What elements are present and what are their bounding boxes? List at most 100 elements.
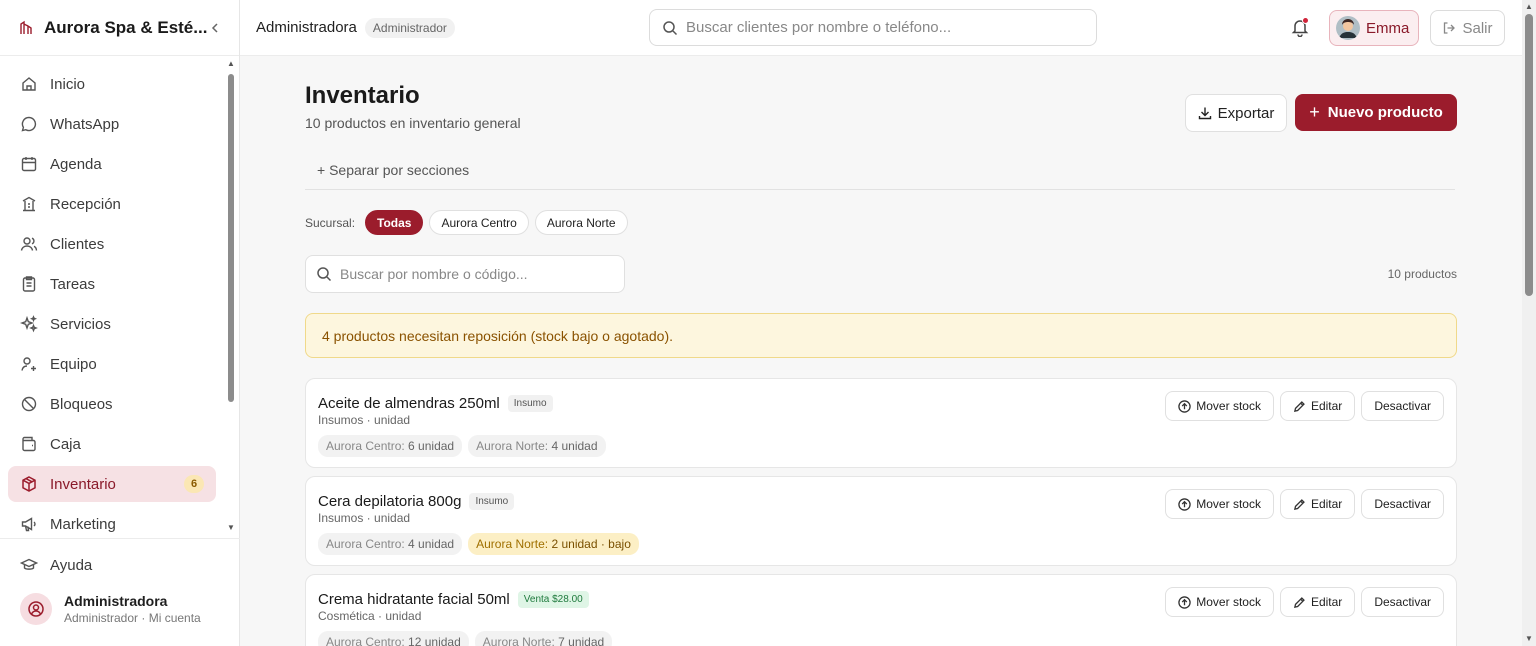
product-count: 10 productos	[1387, 267, 1457, 281]
profile-name: Emma	[1366, 19, 1410, 37]
page-scroll-down-arrow[interactable]: ▼	[1522, 634, 1536, 643]
global-search[interactable]	[649, 9, 1097, 46]
stock-list: Aurora Centro: 6 unidad Aurora Norte: 4 …	[318, 435, 612, 457]
product-search-input[interactable]	[340, 266, 614, 282]
sidebar-item-servicios[interactable]: Servicios	[8, 306, 232, 342]
move-stock-button[interactable]: Mover stock	[1165, 391, 1274, 421]
split-sections-link[interactable]: + Separar por secciones	[317, 162, 469, 178]
product-meta: Cosmética · unidad	[318, 609, 422, 623]
export-label: Exportar	[1217, 104, 1275, 122]
logout-button[interactable]: Salir	[1430, 10, 1505, 46]
sidebar: Aurora Spa & Esté... Inicio WhatsApp Age…	[0, 0, 240, 646]
plus-icon: +	[1309, 102, 1320, 122]
branch-chip-aurora-norte[interactable]: Aurora Norte	[534, 210, 628, 235]
export-button[interactable]: Exportar	[1185, 94, 1287, 132]
sidebar-item-inventario[interactable]: Inventario 6	[8, 466, 216, 502]
stock-badge: Aurora Norte: 7 unidad	[474, 631, 613, 646]
sidebar-item-whatsapp[interactable]: WhatsApp	[8, 106, 232, 142]
reception-icon	[20, 195, 38, 213]
move-stock-button[interactable]: Mover stock	[1165, 587, 1274, 617]
deactivate-button[interactable]: Desactivar	[1361, 489, 1444, 519]
pencil-icon	[1293, 596, 1306, 609]
stock-branch: Aurora Norte:	[476, 537, 549, 551]
sidebar-item-recepcion[interactable]: Recepción	[8, 186, 232, 222]
sidebar-scroll-up-arrow[interactable]: ▲	[226, 60, 236, 68]
branch-filter-label: Sucursal:	[305, 215, 356, 230]
help-link[interactable]: Ayuda	[0, 545, 240, 585]
sidebar-item-tareas[interactable]: Tareas	[8, 266, 232, 302]
page-scroll-up-arrow[interactable]: ▲	[1522, 2, 1536, 11]
team-icon	[20, 355, 38, 373]
low-stock-badge: Aurora Norte: 2 unidad · bajo	[468, 533, 639, 555]
clipboard-icon	[20, 275, 38, 293]
stock-badge: Aurora Norte: 4 unidad	[468, 435, 606, 457]
product-name: Crema hidratante facial 50ml	[318, 591, 510, 608]
new-product-button[interactable]: + Nuevo producto	[1295, 94, 1457, 131]
pencil-icon	[1293, 498, 1306, 511]
product-name: Cera depilatoria 800g	[318, 493, 462, 510]
inventory-count-badge: 6	[184, 475, 204, 493]
product-actions: Mover stock Editar Desactivar	[1159, 587, 1444, 617]
branch-chip-todas[interactable]: Todas	[365, 210, 424, 235]
arrow-up-circle-icon	[1178, 595, 1191, 609]
product-name-row: Aceite de almendras 250ml Insumo	[318, 395, 553, 412]
sidebar-item-agenda[interactable]: Agenda	[8, 146, 232, 182]
branch-chip-aurora-centro[interactable]: Aurora Centro	[429, 210, 529, 235]
calendar-icon	[20, 155, 38, 173]
product-meta: Insumos · unidad	[318, 511, 411, 525]
product-card: Cera depilatoria 800g Insumo Insumos · u…	[305, 476, 1457, 566]
edit-label: Editar	[1310, 595, 1343, 609]
header-role-badge: Administrador	[364, 17, 455, 38]
page-subtitle: 10 productos en inventario general	[305, 115, 521, 131]
arrow-up-circle-icon	[1178, 399, 1191, 413]
move-stock-button[interactable]: Mover stock	[1165, 489, 1274, 519]
page-scrollbar[interactable]: ▲ ▼	[1522, 0, 1536, 646]
notifications-bell-icon[interactable]	[1290, 17, 1310, 38]
sparkles-icon	[20, 315, 38, 333]
brand-name: Aurora Spa & Esté...	[44, 17, 207, 37]
pencil-icon	[1293, 400, 1306, 413]
sidebar-item-label: Caja	[50, 435, 81, 453]
page-scrollbar-thumb[interactable]	[1525, 14, 1533, 296]
sidebar-item-clientes[interactable]: Clientes	[8, 226, 232, 262]
sidebar-item-label: Bloqueos	[50, 395, 113, 413]
sidebar-footer: Ayuda Administradora Administrador · Mi …	[0, 538, 240, 633]
product-actions: Mover stock Editar Desactivar	[1159, 391, 1444, 421]
deactivate-button[interactable]: Desactivar	[1361, 587, 1444, 617]
profile-button[interactable]: Emma	[1329, 10, 1419, 46]
product-search[interactable]	[305, 255, 625, 293]
product-name: Aceite de almendras 250ml	[318, 395, 500, 412]
top-header: Administradora Administrador Emma Salir	[240, 0, 1522, 56]
stock-branch: Aurora Norte:	[482, 635, 555, 646]
account-menu[interactable]: Administradora Administrador · Mi cuenta	[0, 585, 240, 633]
sidebar-item-caja[interactable]: Caja	[8, 426, 232, 462]
product-type-tag: Insumo	[507, 395, 553, 412]
sidebar-item-bloqueos[interactable]: Bloqueos	[8, 386, 232, 422]
sidebar-item-marketing[interactable]: Marketing	[8, 506, 232, 536]
sidebar-item-label: Servicios	[50, 315, 111, 333]
product-name-row: Cera depilatoria 800g Insumo	[318, 493, 515, 510]
graduation-cap-icon	[20, 556, 38, 574]
deactivate-button[interactable]: Desactivar	[1361, 391, 1444, 421]
sidebar-item-inicio[interactable]: Inicio	[8, 66, 232, 102]
account-name: Administradora	[64, 593, 168, 609]
help-label: Ayuda	[50, 556, 93, 574]
edit-button[interactable]: Editar	[1279, 391, 1356, 421]
home-icon	[20, 75, 38, 93]
product-price-tag: Venta $28.00	[517, 591, 589, 608]
notification-dot	[1302, 17, 1309, 24]
sidebar-scroll-down-arrow[interactable]: ▼	[226, 524, 236, 532]
global-search-input[interactable]	[686, 19, 1084, 36]
sidebar-item-label: Agenda	[50, 155, 102, 173]
sidebar-scrollbar[interactable]	[228, 74, 234, 402]
arrow-up-circle-icon	[1178, 497, 1191, 511]
sidebar-item-label: Recepción	[50, 195, 121, 213]
sidebar-nav: Inicio WhatsApp Agenda Recepción Cliente…	[0, 62, 240, 536]
stock-branch: Aurora Norte:	[476, 439, 549, 453]
stock-value: 2 unidad · bajo	[551, 537, 631, 551]
sidebar-item-equipo[interactable]: Equipo	[8, 346, 232, 382]
edit-button[interactable]: Editar	[1279, 489, 1356, 519]
logout-label: Salir	[1462, 19, 1493, 37]
edit-button[interactable]: Editar	[1279, 587, 1356, 617]
collapse-sidebar-icon[interactable]	[207, 20, 223, 36]
